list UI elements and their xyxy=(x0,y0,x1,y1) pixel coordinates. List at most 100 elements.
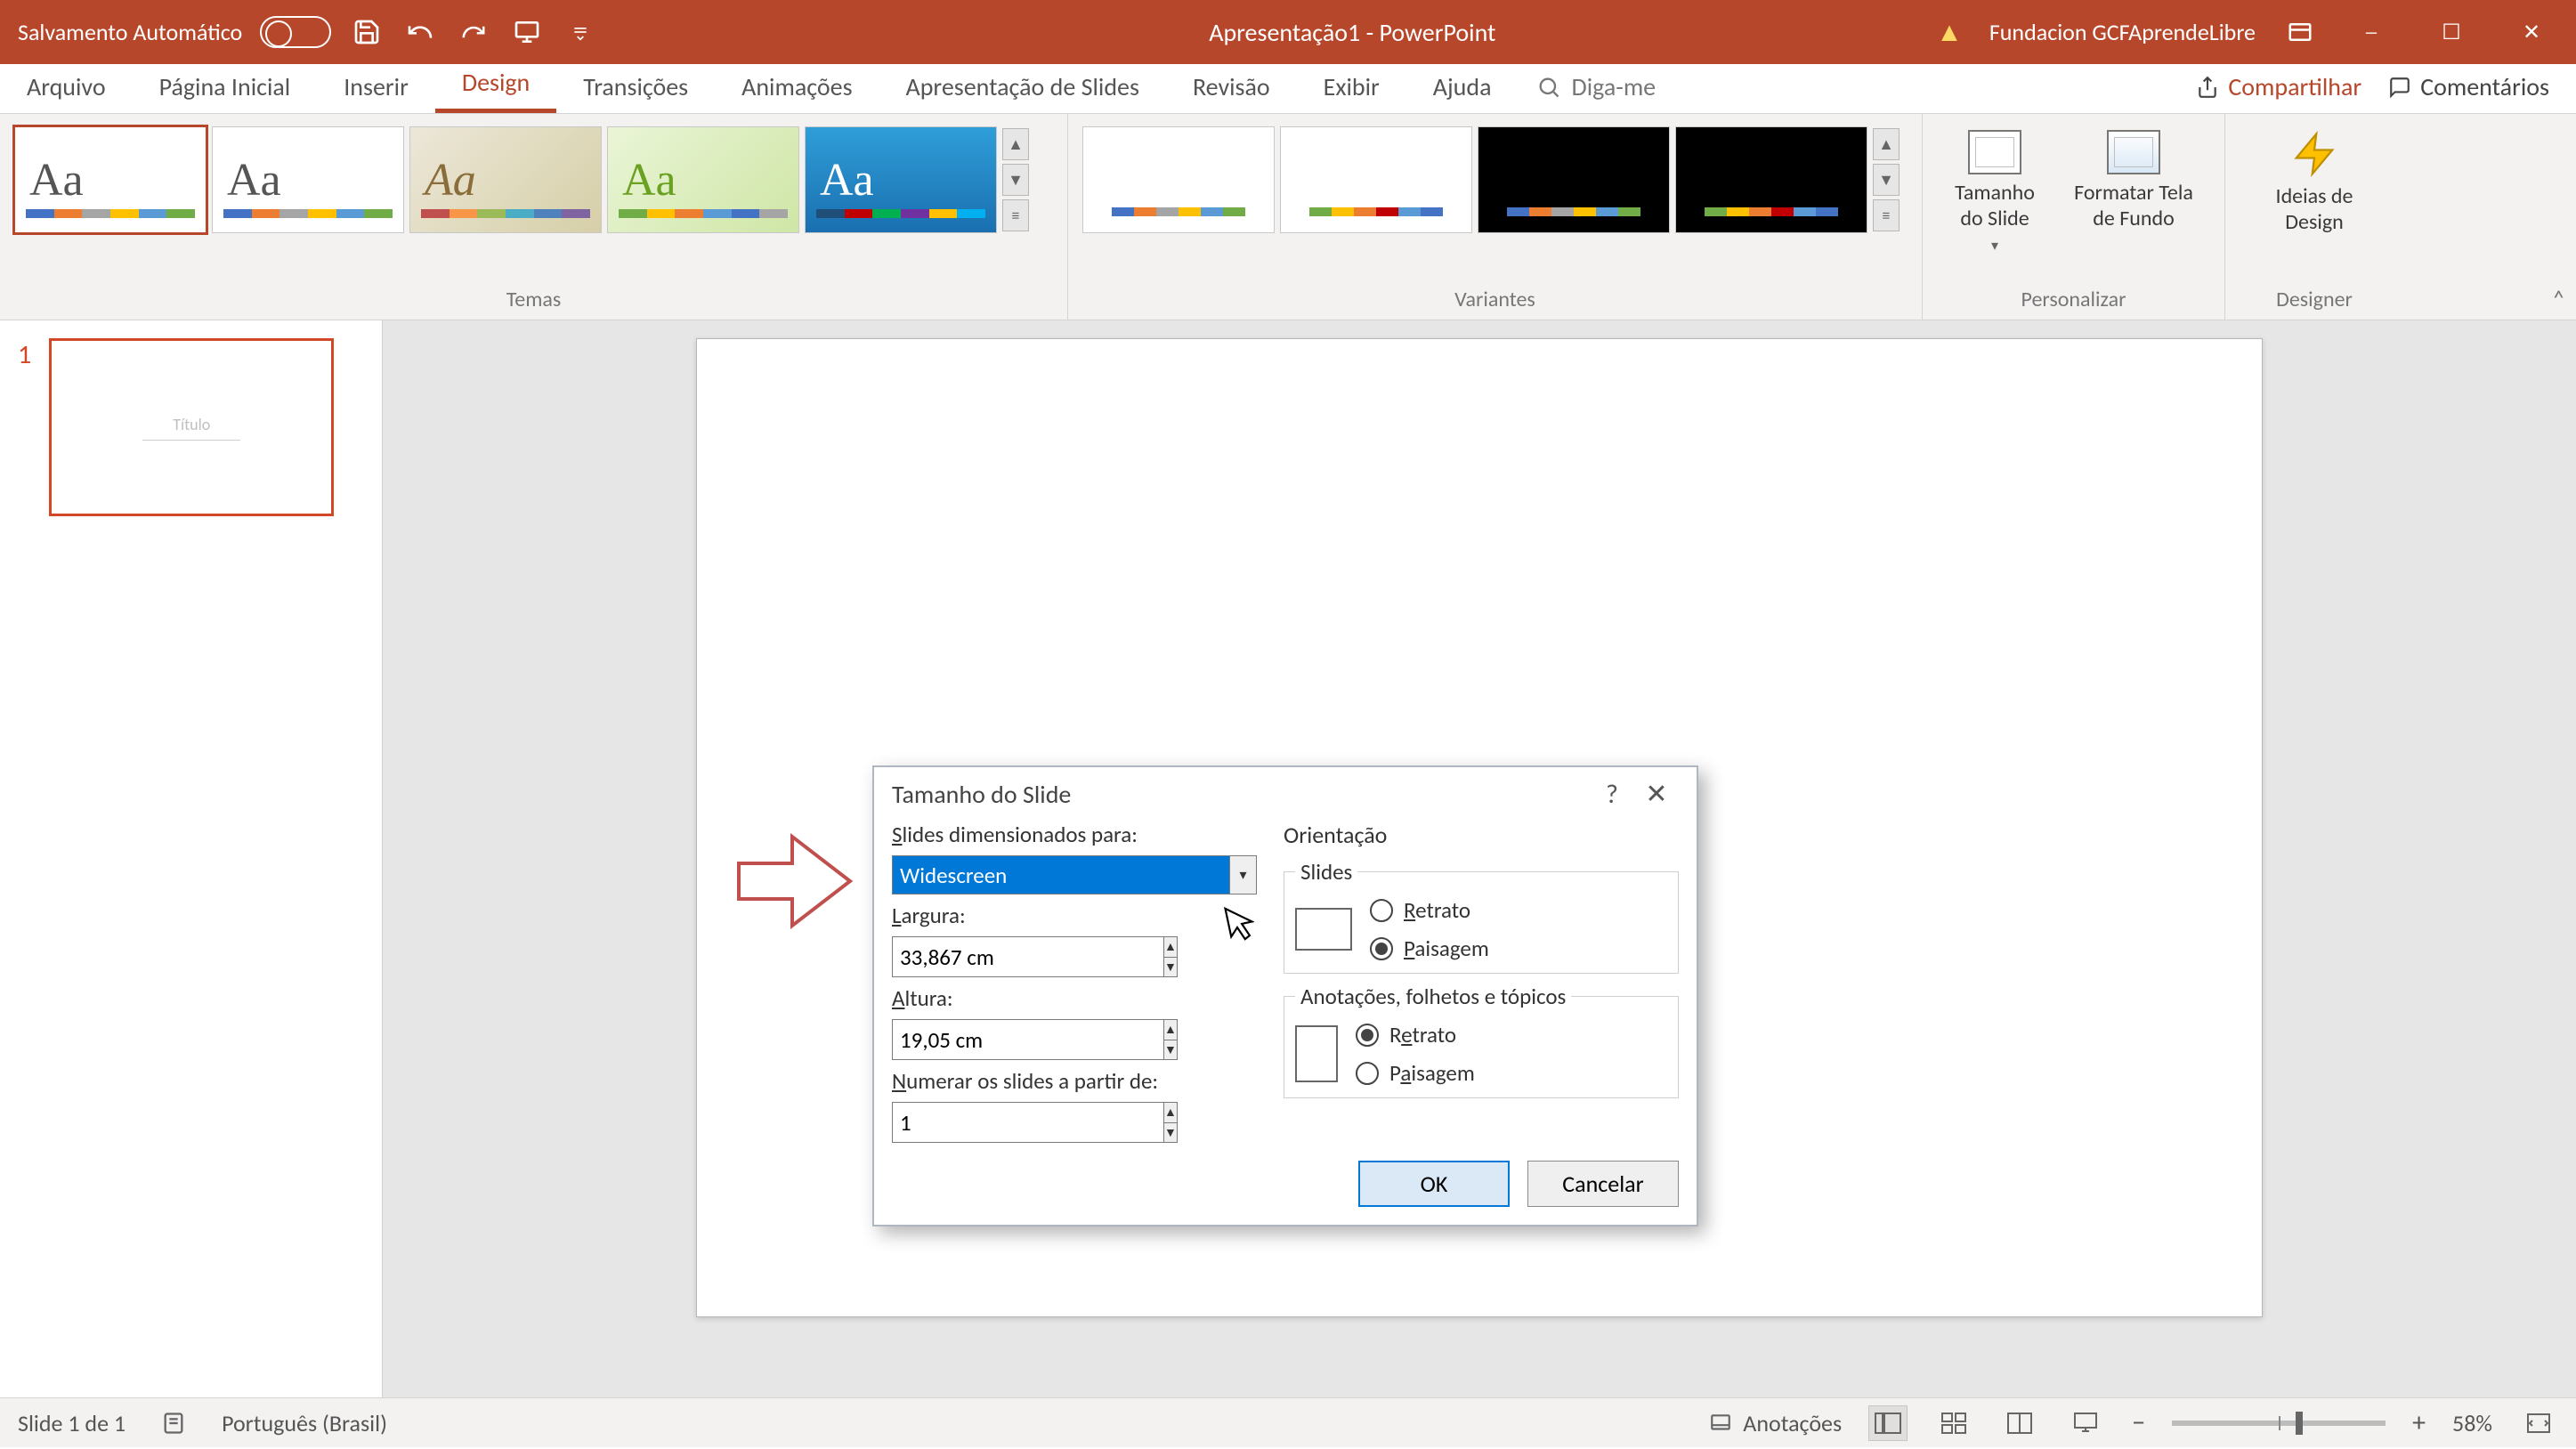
tab-review[interactable]: Revisão xyxy=(1166,61,1297,113)
notes-landscape-radio[interactable]: Paisagem xyxy=(1356,1059,1475,1087)
ok-button[interactable]: OK xyxy=(1358,1161,1510,1207)
variants-scroll[interactable]: ▲ ▼ ≡ xyxy=(1873,126,1900,233)
theme-thumb-3[interactable]: Aa xyxy=(409,126,602,233)
tab-slideshow[interactable]: Apresentação de Slides xyxy=(879,61,1166,113)
statusbar: Slide 1 de 1 Português (Brasil) Anotaçõe… xyxy=(0,1397,2576,1447)
zoom-out-button[interactable]: − xyxy=(2132,1406,2145,1439)
design-ideas-button[interactable]: Ideias de Design xyxy=(2240,126,2389,239)
tab-design[interactable]: Design xyxy=(435,56,556,113)
width-spinner[interactable]: ▲▼ xyxy=(892,936,1043,977)
slide-thumbnail-1[interactable]: 1 Título xyxy=(18,338,364,516)
variant-thumb-3[interactable] xyxy=(1478,126,1670,233)
qat-customize-icon[interactable] xyxy=(563,14,598,50)
close-button[interactable]: ✕ xyxy=(2505,14,2558,50)
dialog-titlebar[interactable]: Tamanho do Slide ? ✕ xyxy=(874,767,1697,821)
themes-group-label: Temas xyxy=(14,287,1053,312)
sized-for-input[interactable] xyxy=(892,855,1230,894)
accessibility-icon[interactable] xyxy=(161,1411,186,1436)
themes-more-icon[interactable]: ≡ xyxy=(1002,199,1029,231)
scroll-up-icon[interactable]: ▲ xyxy=(1873,128,1900,160)
height-spinner[interactable]: ▲▼ xyxy=(892,1019,1043,1060)
variant-thumb-1[interactable] xyxy=(1082,126,1275,233)
theme-thumb-1[interactable]: Aa xyxy=(14,126,207,233)
width-input[interactable] xyxy=(892,936,1164,977)
minimize-button[interactable]: ─ xyxy=(2345,14,2398,50)
slides-legend: Slides xyxy=(1295,858,1357,886)
dialog-title: Tamanho do Slide xyxy=(892,779,1071,810)
notes-portrait-radio[interactable]: Retrato xyxy=(1356,1021,1475,1048)
slides-portrait-radio[interactable]: Retrato xyxy=(1370,896,1489,924)
tell-me-search[interactable]: Diga-me xyxy=(1536,71,1657,113)
search-icon xyxy=(1536,75,1561,100)
comments-button[interactable]: Comentários xyxy=(2388,71,2549,102)
undo-icon[interactable] xyxy=(402,14,438,50)
dialog-help-button[interactable]: ? xyxy=(1590,778,1634,811)
zoom-in-button[interactable]: + xyxy=(2412,1406,2426,1439)
variants-group-label: Variantes xyxy=(1082,287,1908,312)
spin-up-icon[interactable]: ▲ xyxy=(1164,936,1178,957)
scroll-up-icon[interactable]: ▲ xyxy=(1002,128,1029,160)
language-label[interactable]: Português (Brasil) xyxy=(222,1409,387,1437)
scroll-down-icon[interactable]: ▼ xyxy=(1873,164,1900,196)
slides-landscape-radio[interactable]: Paisagem xyxy=(1370,935,1489,962)
height-input[interactable] xyxy=(892,1019,1164,1060)
number-from-input[interactable] xyxy=(892,1102,1164,1143)
tab-help[interactable]: Ajuda xyxy=(1406,61,1519,113)
tab-transitions[interactable]: Transições xyxy=(556,61,715,113)
customize-group: Tamanho do Slide ▾ Formatar Tela de Fund… xyxy=(1923,114,2225,320)
workspace: 1 Título Tamanho do Slide ? ✕ SSlides di… xyxy=(0,320,2576,1397)
slide-thumbnail-panel[interactable]: 1 Título xyxy=(0,320,383,1397)
chevron-down-icon[interactable]: ▾ xyxy=(1230,855,1257,894)
spin-down-icon[interactable]: ▼ xyxy=(1164,957,1178,978)
spin-down-icon[interactable]: ▼ xyxy=(1164,1040,1178,1061)
ribbon: Aa Aa Aa Aa Aa ▲ ▼ ≡ xyxy=(0,114,2576,320)
theme-thumb-2[interactable]: Aa xyxy=(212,126,404,233)
tab-view[interactable]: Exibir xyxy=(1297,61,1406,113)
number-from-spinner[interactable]: ▲▼ xyxy=(892,1102,1008,1143)
collapse-ribbon-button[interactable]: ˄ xyxy=(2552,283,2565,314)
maximize-button[interactable]: ☐ xyxy=(2425,14,2478,50)
display-options-icon[interactable] xyxy=(2282,14,2318,50)
variant-thumb-2[interactable] xyxy=(1280,126,1472,233)
spin-up-icon[interactable]: ▲ xyxy=(1164,1102,1178,1122)
tab-home[interactable]: Página Inicial xyxy=(133,61,318,113)
slide-size-icon xyxy=(1968,130,2021,174)
theme-thumb-5[interactable]: Aa xyxy=(805,126,997,233)
tab-insert[interactable]: Inserir xyxy=(317,61,435,113)
notes-button[interactable]: Anotações xyxy=(1709,1409,1842,1437)
autosave-toggle[interactable] xyxy=(260,16,331,48)
zoom-percent[interactable]: 58% xyxy=(2452,1409,2492,1437)
window-title: Apresentação1 - PowerPoint xyxy=(902,17,1803,48)
themes-group: Aa Aa Aa Aa Aa ▲ ▼ ≡ xyxy=(0,114,1068,320)
theme-thumb-4[interactable]: Aa xyxy=(607,126,799,233)
slide-sorter-view-button[interactable] xyxy=(1934,1405,1973,1441)
reading-view-button[interactable] xyxy=(2000,1405,2039,1441)
variant-thumb-4[interactable] xyxy=(1675,126,1867,233)
slideshow-view-button[interactable] xyxy=(2066,1405,2105,1441)
slide-size-dialog: Tamanho do Slide ? ✕ SSlides dimensionad… xyxy=(872,765,1698,1226)
titlebar: Salvamento Automático Apresentação1 - Po… xyxy=(0,0,2576,64)
slide-size-button[interactable]: Tamanho do Slide ▾ xyxy=(1937,126,2053,258)
format-background-button[interactable]: Formatar Tela de Fundo xyxy=(2058,126,2209,258)
orientation-label: Orientação xyxy=(1284,821,1679,849)
spin-up-icon[interactable]: ▲ xyxy=(1164,1019,1178,1040)
spin-down-icon[interactable]: ▼ xyxy=(1164,1122,1178,1144)
tab-animations[interactable]: Animações xyxy=(715,61,879,113)
present-from-start-icon[interactable] xyxy=(509,14,545,50)
zoom-slider[interactable] xyxy=(2172,1421,2386,1426)
sized-for-combo[interactable]: ▾ xyxy=(892,855,1257,894)
save-icon[interactable] xyxy=(349,14,385,50)
scroll-down-icon[interactable]: ▼ xyxy=(1002,164,1029,196)
redo-icon[interactable] xyxy=(456,14,491,50)
normal-view-button[interactable] xyxy=(1868,1405,1908,1441)
ribbon-tabs: Arquivo Página Inicial Inserir Design Tr… xyxy=(0,64,2576,114)
cancel-button[interactable]: Cancelar xyxy=(1527,1161,1679,1207)
share-button[interactable]: Compartilhar xyxy=(2196,71,2361,102)
notes-icon xyxy=(1709,1412,1732,1435)
tab-file[interactable]: Arquivo xyxy=(0,61,133,113)
variants-more-icon[interactable]: ≡ xyxy=(1873,199,1900,231)
dialog-close-button[interactable]: ✕ xyxy=(1634,778,1679,811)
fit-to-window-button[interactable] xyxy=(2519,1405,2558,1441)
themes-scroll[interactable]: ▲ ▼ ≡ xyxy=(1002,126,1029,233)
account-name[interactable]: Fundacion GCFAprendeLibre xyxy=(1989,18,2256,46)
